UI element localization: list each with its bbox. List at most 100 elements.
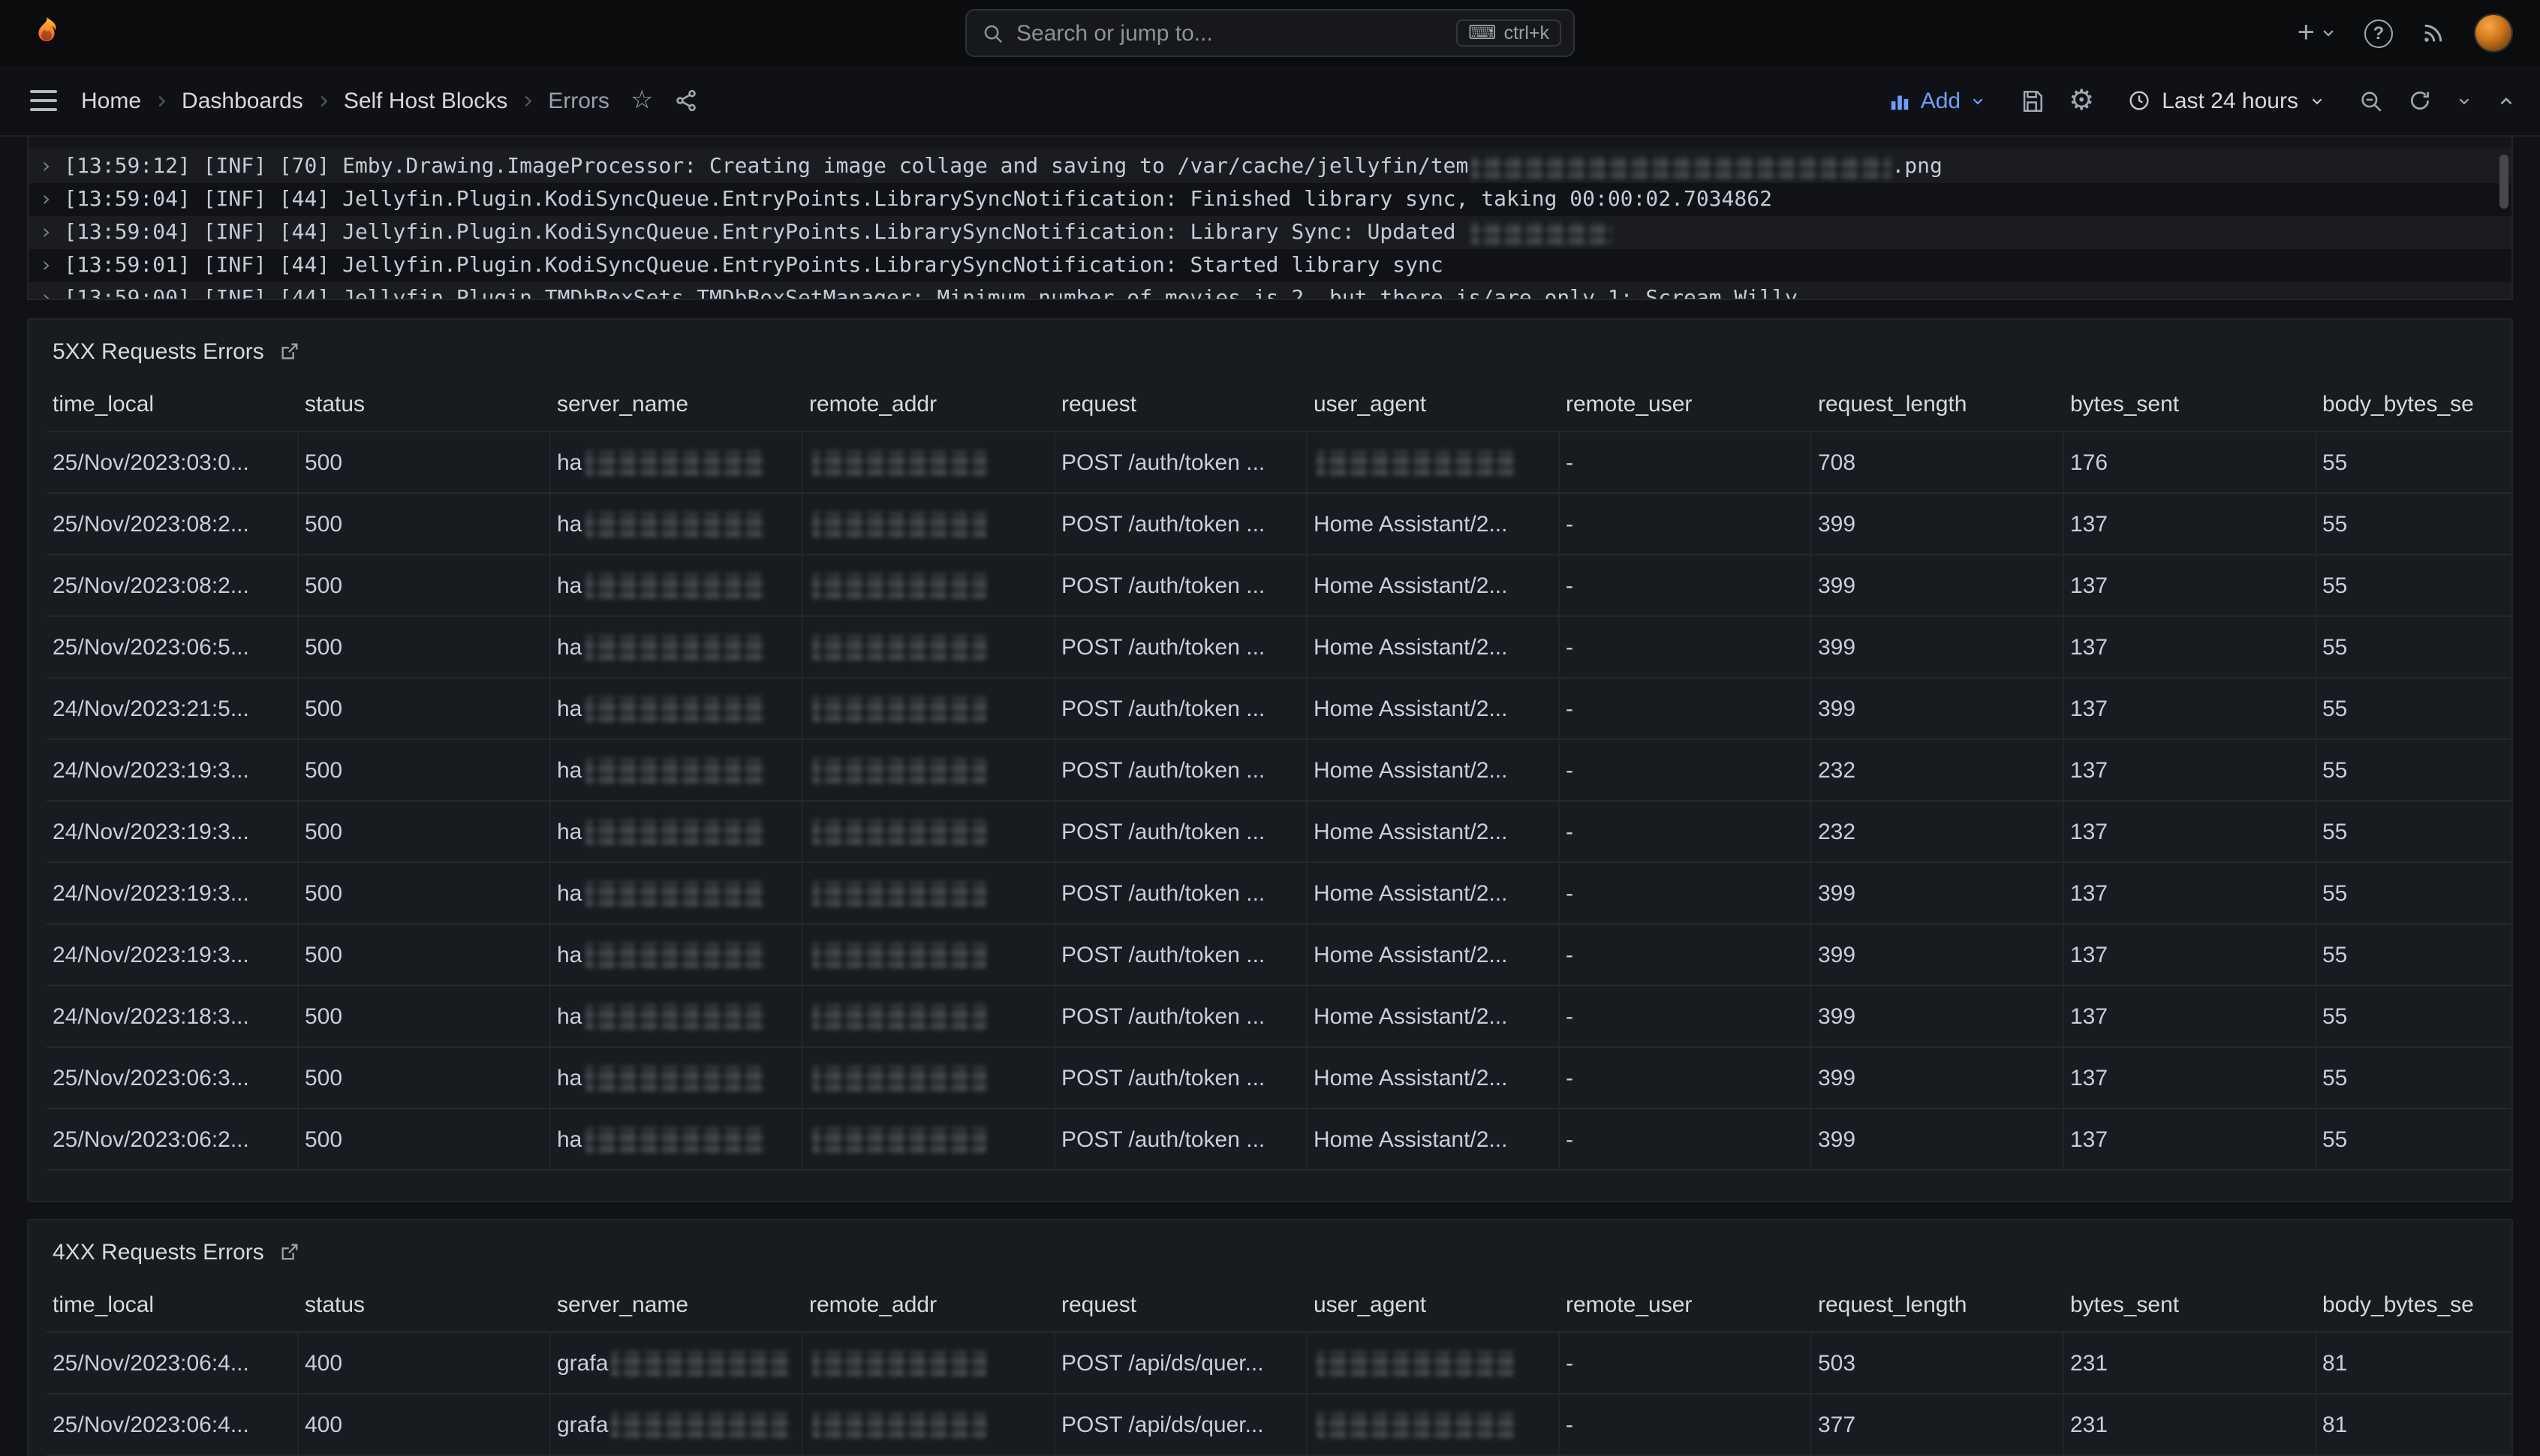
log-text: [13:59:00] [INF] [44] Jellyfin.Plugin.TM…: [64, 287, 1797, 300]
column-header[interactable]: request_length: [1812, 1277, 2064, 1331]
panel-title[interactable]: 4XX Requests Errors: [53, 1239, 264, 1265]
table-cell: -: [1560, 678, 1812, 739]
expand-icon: ›: [42, 221, 50, 245]
column-header[interactable]: server_name: [551, 377, 803, 431]
column-header[interactable]: request: [1055, 1277, 1308, 1331]
table-row: 25/Nov/2023:03:0...500haPOST /auth/token…: [47, 432, 2511, 494]
column-header[interactable]: server_name: [551, 1277, 803, 1331]
add-button[interactable]: Add: [1880, 86, 1995, 115]
table-cell: POST /api/ds/quer...: [1055, 1333, 1308, 1393]
panel-title[interactable]: 5XX Requests Errors: [53, 338, 264, 364]
log-line[interactable]: ›[13:59:04] [INF] [44] Jellyfin.Plugin.K…: [29, 216, 2511, 249]
chevron-right-icon: [315, 92, 332, 109]
chevron-right-icon: [519, 92, 536, 109]
table-cell: Home Assistant/2...: [1308, 678, 1560, 739]
menu-toggle-button[interactable]: [24, 84, 63, 117]
column-header[interactable]: remote_addr: [803, 1277, 1055, 1331]
column-header[interactable]: request: [1055, 377, 1308, 431]
table-cell: grafa: [551, 1333, 803, 1393]
redacted-text: [585, 573, 765, 598]
table-cell: -: [1560, 432, 1812, 492]
breadcrumb-item[interactable]: Dashboards: [182, 88, 303, 113]
table-cell: -: [1560, 986, 1812, 1046]
table-cell: [803, 925, 1055, 985]
table-cell: 137: [2064, 494, 2316, 554]
chevron-up-icon: [2496, 91, 2516, 110]
log-line[interactable]: ›[13:59:00] [INF] [44] Jellyfin.Plugin.T…: [29, 282, 2511, 300]
refresh-icon: [2408, 89, 2432, 113]
gear-icon: ⚙: [2069, 86, 2094, 115]
column-header[interactable]: body_bytes_se: [2316, 1277, 2511, 1331]
column-header[interactable]: request_length: [1812, 377, 2064, 431]
chevron-down-icon: [2319, 24, 2337, 42]
table-cell: [803, 617, 1055, 677]
table-cell: POST /auth/token ...: [1055, 432, 1308, 492]
panel-4xx-requests-errors: 4XX Requests Errors time_localstatusserv…: [27, 1219, 2513, 1456]
grafana-logo-icon[interactable]: [27, 14, 66, 53]
table-cell: 231: [2064, 1333, 2316, 1393]
table-cell: [803, 1048, 1055, 1108]
collapse-toolbar-button[interactable]: [2496, 91, 2516, 110]
column-header[interactable]: time_local: [47, 377, 299, 431]
help-button[interactable]: ?: [2364, 19, 2393, 47]
table-cell: -: [1560, 925, 1812, 985]
save-dashboard-button[interactable]: [2019, 88, 2045, 113]
search-icon: [982, 22, 1004, 44]
table-row: 24/Nov/2023:19:3...500haPOST /auth/token…: [47, 863, 2511, 925]
log-line-partial: [29, 137, 2511, 150]
share-button[interactable]: [674, 89, 698, 113]
column-header[interactable]: time_local: [47, 1277, 299, 1331]
table-row: 25/Nov/2023:06:2...500haPOST /auth/token…: [47, 1109, 2511, 1171]
dashboard-settings-button[interactable]: ⚙: [2069, 86, 2094, 115]
table-cell: 81: [2316, 1333, 2511, 1393]
external-link-icon[interactable]: [279, 1241, 300, 1262]
redacted-text: [812, 880, 986, 906]
column-header[interactable]: user_agent: [1308, 1277, 1560, 1331]
table-cell: Home Assistant/2...: [1308, 986, 1560, 1046]
redacted-text: [812, 1127, 986, 1152]
breadcrumb-item[interactable]: Home: [81, 88, 141, 113]
external-link-icon[interactable]: [279, 341, 300, 362]
log-line[interactable]: ›[13:59:01] [INF] [44] Jellyfin.Plugin.K…: [29, 249, 2511, 282]
table-cell: ha: [551, 1048, 803, 1108]
zoom-out-button[interactable]: [2358, 88, 2384, 113]
table-cell: [1308, 1333, 1560, 1393]
breadcrumb: Home Dashboards Self Host Blocks Errors: [81, 88, 609, 113]
redacted-text: [812, 1412, 986, 1437]
table-cell: 500: [299, 1109, 551, 1169]
redacted-text: [585, 696, 765, 721]
refresh-button[interactable]: [2408, 89, 2432, 113]
table-cell: 500: [299, 925, 551, 985]
search-input[interactable]: Search or jump to... ⌨ ctrl+k: [965, 9, 1575, 57]
redacted-text: [585, 1003, 765, 1029]
breadcrumb-item[interactable]: Self Host Blocks: [344, 88, 507, 113]
column-header[interactable]: bytes_sent: [2064, 377, 2316, 431]
column-header[interactable]: body_bytes_se: [2316, 377, 2511, 431]
panel-header: 4XX Requests Errors: [29, 1226, 2511, 1277]
column-header[interactable]: remote_user: [1560, 377, 1812, 431]
redacted-text: [585, 1127, 765, 1152]
table-cell: 24/Nov/2023:19:3...: [47, 863, 299, 923]
new-button[interactable]: +: [2298, 18, 2337, 48]
column-header[interactable]: status: [299, 1277, 551, 1331]
column-header[interactable]: remote_user: [1560, 1277, 1812, 1331]
time-range-picker[interactable]: Last 24 hours: [2118, 86, 2334, 115]
log-line[interactable]: ›[13:59:12] [INF] [70] Emby.Drawing.Imag…: [29, 150, 2511, 183]
refresh-interval-button[interactable]: [2456, 92, 2472, 109]
favorite-button[interactable]: ☆: [627, 83, 657, 119]
table-cell: 399: [1812, 1109, 2064, 1169]
table-cell: 399: [1812, 494, 2064, 554]
column-header[interactable]: bytes_sent: [2064, 1277, 2316, 1331]
table-row: 24/Nov/2023:19:3...500haPOST /auth/token…: [47, 802, 2511, 863]
user-avatar[interactable]: [2474, 14, 2513, 53]
column-header[interactable]: status: [299, 377, 551, 431]
log-scrollbar[interactable]: [2499, 155, 2508, 209]
table-cell: 55: [2316, 925, 2511, 985]
redacted-text: [585, 819, 765, 844]
news-button[interactable]: [2420, 20, 2447, 47]
column-header[interactable]: user_agent: [1308, 377, 1560, 431]
log-line[interactable]: ›[13:59:04] [INF] [44] Jellyfin.Plugin.K…: [29, 183, 2511, 216]
table-cell: 399: [1812, 925, 2064, 985]
column-header[interactable]: remote_addr: [803, 377, 1055, 431]
table-cell: POST /auth/token ...: [1055, 494, 1308, 554]
